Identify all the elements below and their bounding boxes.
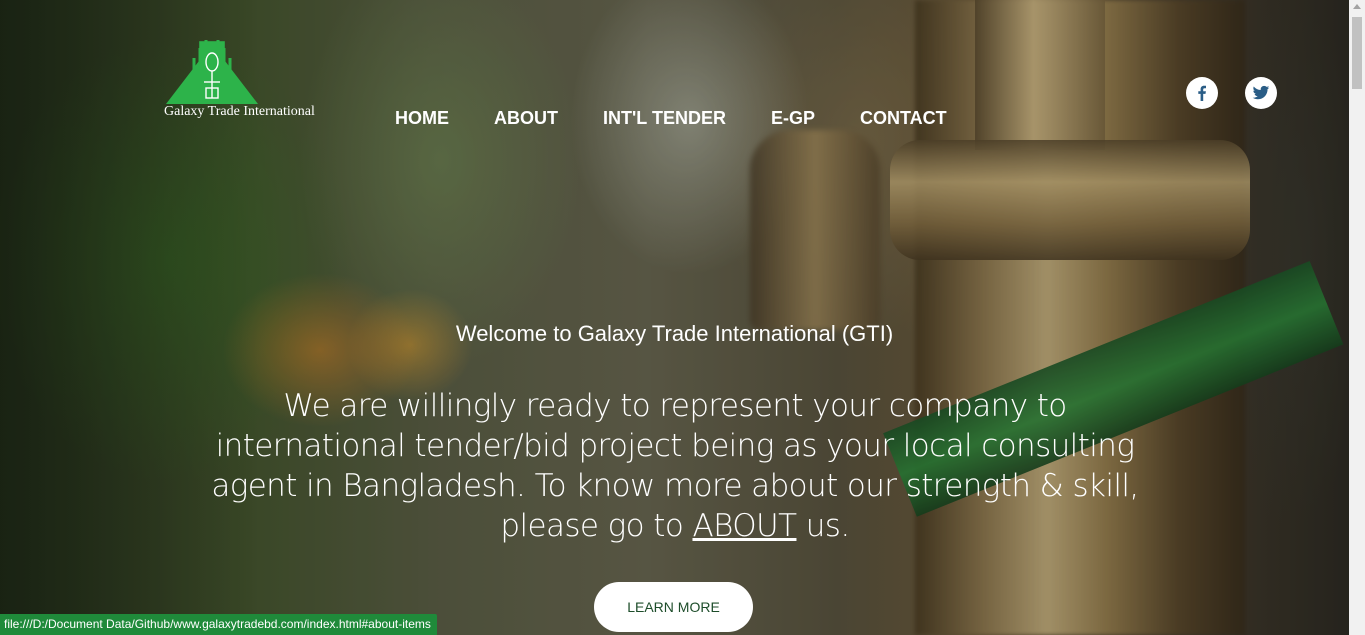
facebook-link[interactable] — [1186, 77, 1218, 109]
facebook-icon — [1198, 85, 1206, 101]
page-scrollbar[interactable] — [1349, 0, 1365, 635]
nav-e-gp[interactable]: E-GP — [771, 108, 815, 129]
hero-tagline: We are willingly ready to represent your… — [200, 386, 1150, 546]
welcome-heading: Welcome to Galaxy Trade International (G… — [455, 321, 894, 346]
browser-status-bar: file:///D:/Document Data/Github/www.gala… — [0, 614, 437, 635]
nav-home[interactable]: HOME — [395, 108, 449, 129]
learn-more-button[interactable]: LEARN MORE — [594, 582, 753, 632]
scroll-thumb[interactable] — [1352, 17, 1362, 89]
tagline-text: We are willingly ready to represent your… — [211, 388, 1139, 544]
logo-mark-icon — [166, 40, 258, 104]
nav-about[interactable]: ABOUT — [494, 108, 558, 129]
twitter-icon — [1252, 85, 1270, 100]
about-link[interactable]: ABOUT — [692, 508, 797, 544]
main-nav: HOME ABOUT INT'L TENDER E-GP CONTACT — [395, 108, 947, 129]
site-logo[interactable]: Galaxy Trade International — [164, 38, 324, 124]
nav-contact[interactable]: CONTACT — [860, 108, 947, 129]
twitter-link[interactable] — [1245, 77, 1277, 109]
logo-text: Galaxy Trade International — [164, 104, 315, 119]
scroll-up-arrow-icon[interactable] — [1353, 4, 1361, 9]
tagline-text-end: us. — [796, 508, 850, 544]
nav-intl-tender[interactable]: INT'L TENDER — [603, 108, 726, 129]
